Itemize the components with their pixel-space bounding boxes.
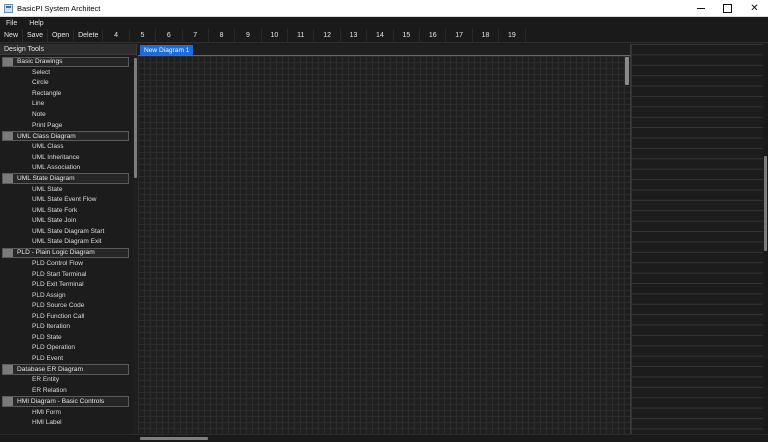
tool-item[interactable]: PLD Source Code [0, 300, 133, 311]
open-button[interactable]: Open [48, 29, 75, 42]
tool-group-label: UML Class Diagram [17, 132, 76, 140]
tool-item[interactable]: PLD Exit Terminal [0, 279, 133, 290]
tool-group[interactable]: HMI Diagram - Basic Controls [2, 396, 129, 407]
tool-item[interactable]: UML State Diagram Start [0, 226, 133, 237]
tool-list: Basic Drawings Select Circle Rectangle Line N… [0, 56, 133, 434]
toolbar-button-6[interactable]: 6 [156, 29, 183, 42]
group-collapse-icon[interactable] [3, 131, 13, 141]
panel-scrollbar[interactable] [133, 56, 137, 434]
horizontal-scrollbar[interactable] [0, 434, 768, 442]
group-collapse-icon[interactable] [3, 248, 13, 258]
tool-group-label: PLD - Plain Logic Diagram [17, 249, 95, 257]
menu-bar: File Help [0, 17, 768, 29]
window-controls: ✕ [687, 0, 768, 17]
tool-item[interactable]: PLD Start Terminal [0, 269, 133, 280]
toolbar-button-9[interactable]: 9 [235, 29, 262, 42]
tool-item[interactable]: PLD Assign [0, 290, 133, 301]
design-tools-panel: Design Tools Basic Drawings Select Circle R… [0, 44, 137, 434]
group-collapse-icon[interactable] [3, 57, 13, 66]
tool-group[interactable]: UML Class Diagram [2, 130, 129, 142]
tool-group[interactable]: PLD - Plain Logic Diagram [2, 247, 129, 259]
tool-item[interactable]: UML Association [0, 162, 133, 173]
tool-item[interactable]: UML State Event Flow [0, 194, 133, 205]
tool-group-label: Database ER Diagram [17, 365, 83, 373]
panel-scrollbar-thumb[interactable] [133, 58, 137, 178]
window-title: BasicPI System Architect [17, 3, 101, 13]
minimize-button[interactable] [687, 0, 714, 17]
tool-item[interactable]: PLD State [0, 332, 133, 343]
tool-item[interactable]: Line [0, 99, 133, 110]
toolbar: New Save Open Delete 4 5 6 7 8 9 10 11 12 13 14 15 1… [0, 29, 768, 43]
tool-item[interactable]: ER Entity [0, 375, 133, 386]
toolbar-button-18[interactable]: 18 [473, 29, 500, 42]
tool-group-label: HMI Diagram - Basic Controls [17, 398, 105, 406]
property-grid[interactable] [630, 44, 768, 434]
tab-new-diagram-1[interactable]: New Diagram 1 [140, 45, 194, 55]
tool-group-label: UML State Diagram [17, 175, 75, 183]
toolbar-button-17[interactable]: 17 [446, 29, 473, 42]
title-bar: BasicPI System Architect ✕ [0, 0, 768, 17]
tool-group[interactable]: Database ER Diagram [2, 364, 129, 375]
toolbar-button-11[interactable]: 11 [288, 29, 315, 42]
app-icon [4, 3, 13, 13]
toolbar-button-13[interactable]: 13 [341, 29, 368, 42]
toolbar-button-12[interactable]: 12 [314, 29, 341, 42]
panel-header: Design Tools [0, 44, 136, 55]
toolbar-button-16[interactable]: 16 [420, 29, 447, 42]
toolbar-button-14[interactable]: 14 [367, 29, 394, 42]
tool-item[interactable]: PLD Event [0, 353, 133, 364]
tool-item[interactable]: Circle [0, 78, 133, 89]
group-collapse-icon[interactable] [3, 174, 13, 183]
diagram-canvas[interactable] [138, 55, 630, 435]
toolbar-button-8[interactable]: 8 [209, 29, 236, 42]
property-grid-scrollbar-thumb[interactable] [764, 156, 767, 251]
tool-item[interactable]: HMI Label [0, 417, 133, 428]
toolbar-button-4[interactable]: 4 [103, 29, 130, 42]
new-button[interactable]: New [0, 29, 24, 42]
tool-item[interactable]: UML State [0, 184, 133, 195]
menu-file[interactable]: File [0, 20, 23, 27]
toolbar-button-7[interactable]: 7 [183, 29, 209, 42]
tool-group[interactable]: UML State Diagram [2, 173, 129, 184]
menu-help[interactable]: Help [23, 20, 49, 27]
delete-button[interactable]: Delete [74, 29, 104, 42]
tool-group[interactable]: Basic Drawings [2, 56, 129, 67]
tool-item[interactable]: UML Inheritance [0, 152, 133, 163]
tool-item[interactable]: Select [0, 67, 133, 78]
tool-item[interactable]: UML State Fork [0, 205, 133, 216]
toolbar-button-19[interactable]: 19 [499, 29, 526, 42]
maximize-button[interactable] [714, 0, 741, 17]
tool-item[interactable]: UML Class [0, 141, 133, 152]
tool-item[interactable]: PLD Operation [0, 343, 133, 354]
tool-item[interactable]: PLD Iteration [0, 321, 133, 332]
close-button[interactable]: ✕ [741, 0, 768, 17]
toolbar-button-5[interactable]: 5 [130, 29, 157, 42]
tool-item[interactable]: PLD Function Call [0, 311, 133, 322]
toolbar-button-10[interactable]: 10 [262, 29, 289, 42]
tool-item[interactable]: Print Page [0, 120, 133, 131]
canvas-scrollbar-thumb[interactable] [625, 57, 629, 85]
group-collapse-icon[interactable] [3, 397, 13, 406]
tool-item[interactable]: UML State Join [0, 216, 133, 227]
tool-item[interactable]: HMI Form [0, 407, 133, 418]
tool-item[interactable]: ER Relation [0, 385, 133, 396]
group-collapse-icon[interactable] [3, 365, 13, 374]
save-button[interactable]: Save [23, 29, 48, 42]
tool-item[interactable]: PLD Control Flow [0, 258, 133, 269]
tool-group-label: Basic Drawings [17, 58, 63, 66]
property-grid-scrollbar[interactable] [763, 44, 768, 434]
tool-item[interactable]: UML State Diagram Exit [0, 237, 133, 248]
tool-item[interactable]: Note [0, 109, 133, 120]
horizontal-scrollbar-thumb[interactable] [140, 437, 208, 440]
tool-item[interactable]: Rectangle [0, 88, 133, 99]
toolbar-button-15[interactable]: 15 [394, 29, 421, 42]
